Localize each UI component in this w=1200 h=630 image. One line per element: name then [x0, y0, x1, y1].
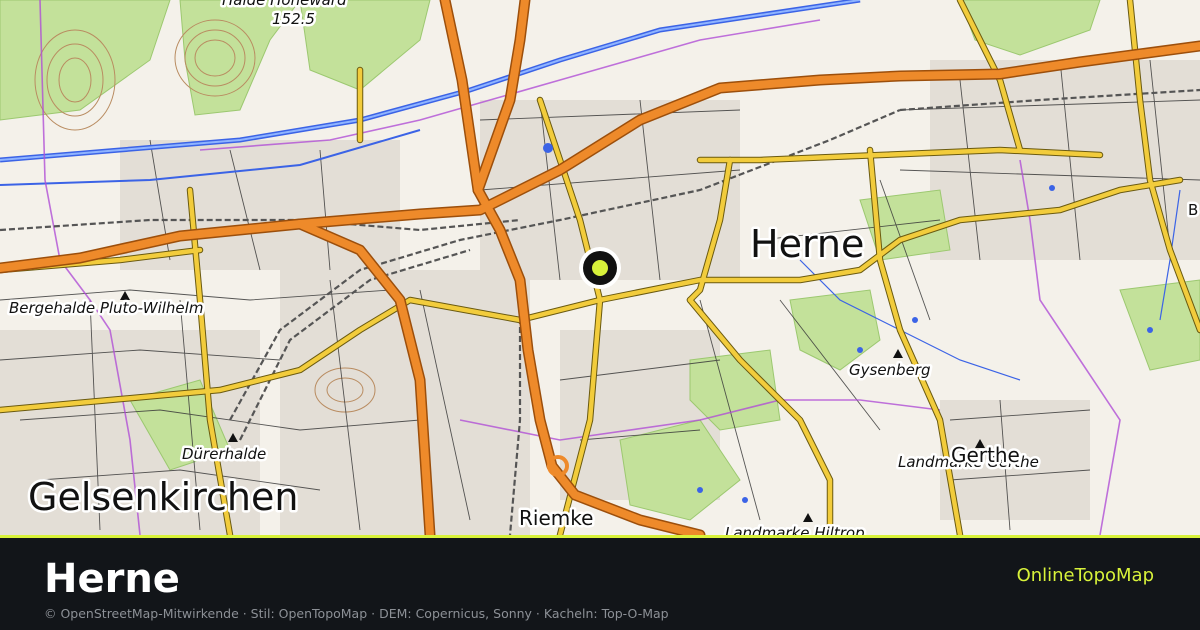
- map-label-halde-hoheward: Halde Hoheward: [222, 0, 347, 9]
- map-label-duererhalde: Dürerhalde: [182, 445, 266, 463]
- topographic-map[interactable]: Halde Hoheward 152.5 Herne Bergehalde Pl…: [0, 0, 1200, 535]
- place-title: Herne: [44, 556, 180, 602]
- location-marker-icon[interactable]: [579, 247, 621, 289]
- brand-link[interactable]: OnlineTopoMap: [1017, 565, 1154, 586]
- map-label-gelsenkirchen: Gelsenkirchen: [28, 475, 298, 519]
- map-label-halde-elevation: 152.5: [272, 10, 315, 28]
- map-label-gysenberg: Gysenberg: [849, 361, 931, 379]
- map-label-herne: Herne: [750, 222, 864, 266]
- map-label-riemke: Riemke: [519, 506, 593, 530]
- map-label-gerthe: Gerthe: [951, 443, 1020, 467]
- map-label-bergehalde-pluto-wilhelm: Bergehalde Pluto-Wilhelm: [9, 299, 203, 317]
- map-label-landmarke-hiltrop: Landmarke Hiltrop: [725, 524, 865, 535]
- attribution-text: © OpenStreetMap-Mitwirkende · Stil: Open…: [44, 606, 669, 621]
- map-label-edge-b: B: [1188, 201, 1198, 219]
